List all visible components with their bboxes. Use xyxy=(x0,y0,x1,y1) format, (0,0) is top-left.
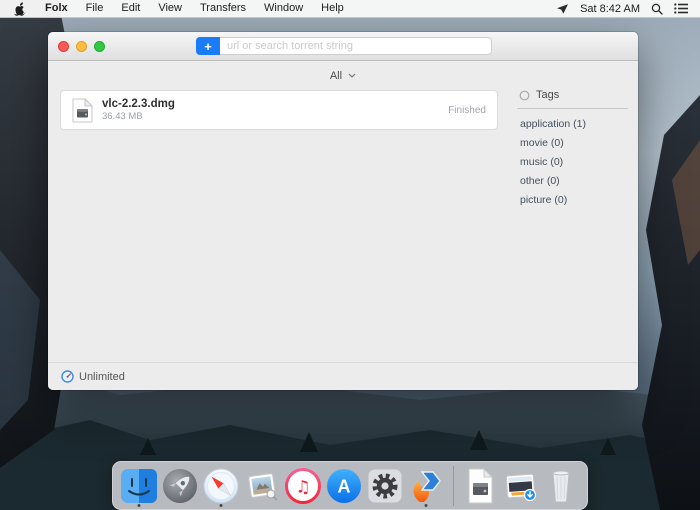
dock-folx[interactable] xyxy=(407,464,445,508)
folx-window: + All xyxy=(48,32,638,390)
download-name: vlc-2.2.3.dmg xyxy=(102,97,175,110)
window-toolbar: + xyxy=(48,32,638,61)
svg-text:A: A xyxy=(338,476,351,496)
running-indicator xyxy=(424,503,428,507)
folx-icon xyxy=(413,470,441,502)
dock-divider xyxy=(453,465,454,506)
download-status: Finished xyxy=(448,104,486,116)
running-indicator xyxy=(219,503,223,507)
chevron-down-icon xyxy=(348,73,356,78)
dock-itunes[interactable]: ♫ xyxy=(284,464,322,508)
tags-header: Tags xyxy=(515,89,638,101)
tags-header-label: Tags xyxy=(536,89,560,101)
dock-preview[interactable] xyxy=(243,464,281,508)
zoom-button[interactable] xyxy=(94,40,105,52)
desktop: Folx File Edit View Transfers Window Hel… xyxy=(0,0,700,510)
dock-dmg-file[interactable] xyxy=(462,464,499,508)
dock-trash[interactable] xyxy=(543,464,580,508)
downloads-list: vlc-2.2.3.dmg 36.43 MB Finished xyxy=(48,60,515,363)
preview-icon xyxy=(248,472,278,500)
system-preferences-icon xyxy=(367,468,403,503)
menu-window[interactable]: Window xyxy=(255,0,312,17)
dock-app-store[interactable]: A xyxy=(325,464,363,508)
window-content: vlc-2.2.3.dmg 36.43 MB Finished Tags app… xyxy=(48,60,638,363)
safari-icon xyxy=(203,468,239,503)
dock-system-preferences[interactable] xyxy=(366,464,404,508)
dmg-file-icon xyxy=(468,467,494,503)
torrent-search-input[interactable] xyxy=(220,37,492,55)
finder-icon xyxy=(121,468,157,503)
launchpad-icon xyxy=(163,468,197,503)
filter-selected-label: All xyxy=(329,70,343,82)
filter-dropdown[interactable]: All xyxy=(48,70,638,82)
running-indicator xyxy=(137,503,141,507)
window-status-bar: Unlimited xyxy=(48,362,638,390)
minimize-button[interactable] xyxy=(76,40,87,52)
menu-edit[interactable]: Edit xyxy=(112,0,149,17)
menu-clock[interactable]: Sat 8:42 AM xyxy=(580,3,640,15)
apple-logo-icon xyxy=(14,1,26,16)
downloads-stack-icon xyxy=(505,473,537,501)
tag-circle-icon xyxy=(519,90,530,100)
tag-application[interactable]: application (1) xyxy=(515,115,638,134)
dock-launchpad[interactable] xyxy=(161,464,199,508)
dock-finder[interactable] xyxy=(120,464,158,508)
downloads-card: vlc-2.2.3.dmg 36.43 MB Finished xyxy=(60,90,498,130)
spotlight-icon[interactable] xyxy=(651,3,663,15)
notification-center-icon[interactable] xyxy=(674,3,688,14)
add-torrent-button[interactable]: + xyxy=(196,37,220,55)
speed-limit-label[interactable]: Unlimited xyxy=(79,371,125,383)
folx-status-menu-icon[interactable] xyxy=(556,3,569,15)
tag-movie[interactable]: movie (0) xyxy=(515,134,638,153)
tag-picture[interactable]: picture (0) xyxy=(515,191,638,210)
menu-bar: Folx File Edit View Transfers Window Hel… xyxy=(0,0,700,18)
menu-view[interactable]: View xyxy=(149,0,191,17)
traffic-lights xyxy=(48,40,105,52)
menu-file[interactable]: File xyxy=(77,0,113,17)
close-button[interactable] xyxy=(58,40,69,52)
menu-transfers[interactable]: Transfers xyxy=(191,0,255,17)
dock-downloads-stack[interactable] xyxy=(502,464,540,508)
dock-safari[interactable] xyxy=(202,464,240,508)
tag-music[interactable]: music (0) xyxy=(515,153,638,172)
download-size: 36.43 MB xyxy=(102,110,143,122)
download-row[interactable]: vlc-2.2.3.dmg 36.43 MB Finished xyxy=(61,91,497,129)
dmg-file-icon xyxy=(72,97,93,122)
torrent-search-bar: + xyxy=(196,37,492,55)
menu-help[interactable]: Help xyxy=(312,0,353,17)
svg-text:♫: ♫ xyxy=(295,477,310,497)
itunes-icon: ♫ xyxy=(285,467,321,504)
tags-divider xyxy=(517,108,628,109)
dock: ♫ A xyxy=(112,461,588,510)
app-store-icon: A xyxy=(327,468,361,503)
speed-gauge-icon[interactable] xyxy=(61,370,74,383)
tag-other[interactable]: other (0) xyxy=(515,172,638,191)
tags-sidebar: Tags application (1) movie (0) music (0)… xyxy=(515,60,638,363)
menu-folx[interactable]: Folx xyxy=(36,0,77,17)
trash-icon xyxy=(552,470,571,502)
apple-menu[interactable] xyxy=(0,1,36,16)
